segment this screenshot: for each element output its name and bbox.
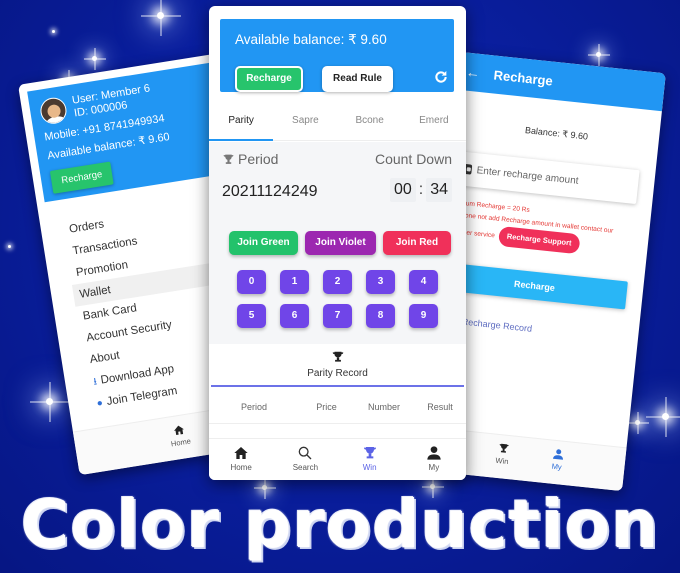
period-label: Period (222, 151, 278, 167)
profile-recharge-button[interactable]: Recharge (49, 161, 114, 194)
nav-home[interactable]: Home (152, 412, 208, 462)
column-result: Result (427, 402, 453, 412)
game-bottom-nav: Home Search Win My (209, 438, 466, 480)
nav-my[interactable]: My (527, 438, 586, 487)
number-button-5[interactable]: 5 (237, 304, 266, 328)
star-decoration (596, 52, 601, 57)
nav-label: Home (230, 463, 252, 472)
recharge-amount-placeholder: Enter recharge amount (476, 164, 580, 187)
menu-item-label: Join Telegram (105, 384, 179, 408)
countdown-seconds: 34 (426, 178, 452, 202)
number-button-1[interactable]: 1 (280, 270, 309, 294)
star-decoration (157, 12, 164, 19)
nav-win[interactable]: Win (338, 439, 402, 480)
parity-record-label: Parity Record (307, 368, 368, 379)
number-button-3[interactable]: 3 (366, 270, 395, 294)
countdown-minutes: 00 (389, 178, 416, 202)
join-red-button[interactable]: Join Red (383, 231, 451, 255)
game-screen: Available balance: ₹ 9.60 Recharge Read … (209, 6, 466, 480)
recharge-header: ← Recharge (458, 52, 666, 112)
number-button-4[interactable]: 4 (409, 270, 438, 294)
trophy-icon (363, 447, 376, 459)
recharge-submit-button[interactable]: Recharge (440, 262, 628, 310)
home-icon (174, 425, 184, 436)
game-tabs: Parity Sapre Bcone Emerd (209, 109, 466, 141)
join-violet-button[interactable]: Join Violet (305, 231, 376, 255)
nav-label: My (428, 463, 440, 472)
read-rule-button[interactable]: Read Rule (322, 66, 393, 92)
star-decoration (635, 420, 640, 425)
recharge-notes: Minimum Recharge = 20 Rs If any one not … (442, 196, 650, 261)
tab-sapre[interactable]: Sapre (273, 109, 337, 140)
nav-my[interactable]: My (402, 439, 466, 480)
avatar (38, 95, 69, 126)
recharge-balance: Balance: ₹ 9.60 (524, 125, 589, 142)
period-label-text: Period (238, 151, 279, 167)
nav-home[interactable]: Home (209, 439, 273, 480)
number-button-0[interactable]: 0 (237, 270, 266, 294)
refresh-icon[interactable] (433, 69, 449, 85)
star-decoration (92, 56, 97, 61)
number-button-9[interactable]: 9 (409, 304, 438, 328)
recharge-title: Recharge (493, 66, 554, 89)
back-arrow-icon[interactable]: ← (465, 64, 481, 81)
join-green-button[interactable]: Join Green (229, 231, 298, 255)
search-icon (299, 446, 312, 460)
record-table-header: Period Price Number Result (209, 390, 466, 424)
countdown-timer: 00 : 34 (389, 178, 452, 202)
telegram-icon: ● (96, 397, 104, 410)
available-balance: Available balance: ₹ 9.60 (235, 32, 387, 47)
star-decoration (46, 398, 53, 405)
nav-label: Home (170, 436, 192, 449)
user-icon (552, 449, 563, 460)
balance-card: Available balance: ₹ 9.60 Recharge Read … (220, 19, 454, 92)
nav-label: Win (362, 463, 377, 472)
nav-label: Search (292, 463, 319, 472)
countdown-separator: : (418, 181, 424, 198)
number-button-2[interactable]: 2 (323, 270, 352, 294)
column-price: Price (316, 402, 337, 412)
tab-bcone[interactable]: Bcone (338, 109, 402, 140)
parity-record-section: Parity Record Period Price Number Result (209, 344, 466, 424)
parity-record-title: Parity Record (209, 350, 466, 379)
number-button-6[interactable]: 6 (280, 304, 309, 328)
home-icon (234, 447, 248, 459)
column-number: Number (367, 402, 400, 412)
download-icon: ⭳ (92, 376, 98, 388)
nav-label: My (551, 461, 563, 472)
period-number: 20211124249 (222, 183, 318, 200)
nav-search[interactable]: Search (273, 439, 337, 480)
star-decoration (52, 30, 55, 33)
number-button-8[interactable]: 8 (366, 304, 395, 328)
countdown-label: Count Down (374, 151, 452, 167)
banner-title: Color production (20, 486, 660, 563)
record-underline (211, 385, 464, 387)
user-icon (427, 446, 441, 460)
trophy-icon (223, 154, 234, 164)
star-decoration (662, 413, 669, 420)
nav-win[interactable]: Win (473, 433, 532, 482)
nav-label: Win (495, 455, 509, 467)
recharge-button[interactable]: Recharge (235, 66, 303, 92)
star-decoration (8, 245, 11, 248)
trophy-icon (499, 443, 509, 453)
recharge-amount-input[interactable]: Enter recharge amount (452, 151, 640, 204)
trophy-icon (332, 351, 343, 362)
tab-parity[interactable]: Parity (209, 109, 274, 141)
number-button-7[interactable]: 7 (323, 304, 352, 328)
column-period: Period (240, 402, 267, 412)
game-area: Period Count Down 20211124249 00 : 34 Jo… (209, 142, 466, 344)
tab-emerd[interactable]: Emerd (402, 109, 466, 140)
